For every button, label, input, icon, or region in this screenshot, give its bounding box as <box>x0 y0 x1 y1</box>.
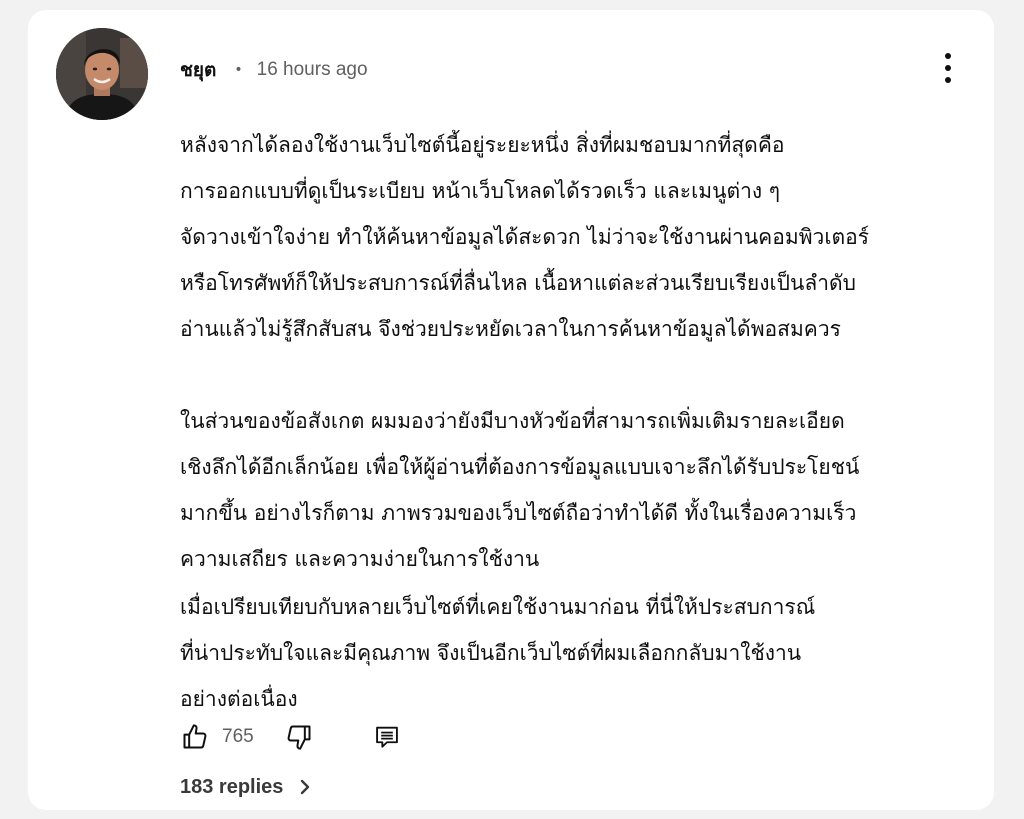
kebab-dot <box>945 65 951 71</box>
comment-line: อย่างต่อเนื่อง <box>180 687 298 711</box>
comment-line: จัดวางเข้าใจง่าย ทำให้ค้นหาข้อมูลได้สะดว… <box>180 225 870 249</box>
view-replies-button[interactable]: 183 replies <box>180 770 313 804</box>
comment-line: ที่น่าประทับใจและมีคุณภาพ จึงเป็นอีกเว็บ… <box>180 641 802 665</box>
author-name[interactable]: ชยุต <box>180 55 216 85</box>
comment-line: ความเสถียร และความง่ายในการใช้งาน <box>180 547 540 571</box>
more-vertical-icon[interactable] <box>934 50 962 86</box>
comment-line: เมื่อเปรียบเทียบกับหลายเว็บไซต์ที่เคยใช้… <box>180 595 816 619</box>
reply-icon <box>375 726 398 748</box>
avatar[interactable] <box>56 28 148 120</box>
comment-card: ชยุต • 16 hours ago หลังจากได้ลองใช้งานเ… <box>28 10 994 810</box>
header-separator: • <box>234 62 243 78</box>
thumbs-down-icon <box>287 725 311 750</box>
reply-button[interactable] <box>372 722 402 752</box>
comment-header: ชยุต • 16 hours ago <box>180 55 368 85</box>
thumbs-up-icon <box>183 724 207 749</box>
comment-line: หลังจากได้ลองใช้งานเว็บไซต์นี้อยู่ระยะหน… <box>180 133 785 157</box>
dislike-button[interactable] <box>284 722 314 752</box>
comment-timestamp[interactable]: 16 hours ago <box>257 59 368 81</box>
comment-line: เชิงลึกได้อีกเล็กน้อย เพื่อให้ผู้อ่านที่… <box>180 455 860 479</box>
comment-paragraph: ในส่วนของข้อสังเกต ผมมองว่ายังมีบางหัวข้… <box>180 398 970 582</box>
chevron-right-icon <box>297 778 313 796</box>
comment-line: อ่านแล้วไม่รู้สึกสับสน จึงช่วยประหยัดเวล… <box>180 317 841 341</box>
comment-line: มากขึ้น อย่างไรก็ตาม ภาพรวมของเว็บไซต์ถื… <box>180 501 857 525</box>
comment-text: หลังจากได้ลองใช้งานเว็บไซต์นี้อยู่ระยะหน… <box>180 122 970 722</box>
comment-line: หรือโทรศัพท์ก็ให้ประสบการณ์ที่ลื่นไหล เน… <box>180 271 856 295</box>
comment-actions: 765 <box>180 720 402 754</box>
comment-line: การออกแบบที่ดูเป็นระเบียบ หน้าเว็บโหลดได… <box>180 179 781 203</box>
avatar-photo <box>56 28 148 120</box>
comment-paragraph: หลังจากได้ลองใช้งานเว็บไซต์นี้อยู่ระยะหน… <box>180 122 970 352</box>
kebab-dot <box>945 53 951 59</box>
replies-count: 183 replies <box>180 775 284 798</box>
comment-line: ในส่วนของข้อสังเกต ผมมองว่ายังมีบางหัวข้… <box>180 409 845 433</box>
comment-paragraph: เมื่อเปรียบเทียบกับหลายเว็บไซต์ที่เคยใช้… <box>180 584 970 722</box>
kebab-dot <box>945 77 951 83</box>
like-count: 765 <box>222 726 254 747</box>
like-button[interactable] <box>180 722 210 752</box>
